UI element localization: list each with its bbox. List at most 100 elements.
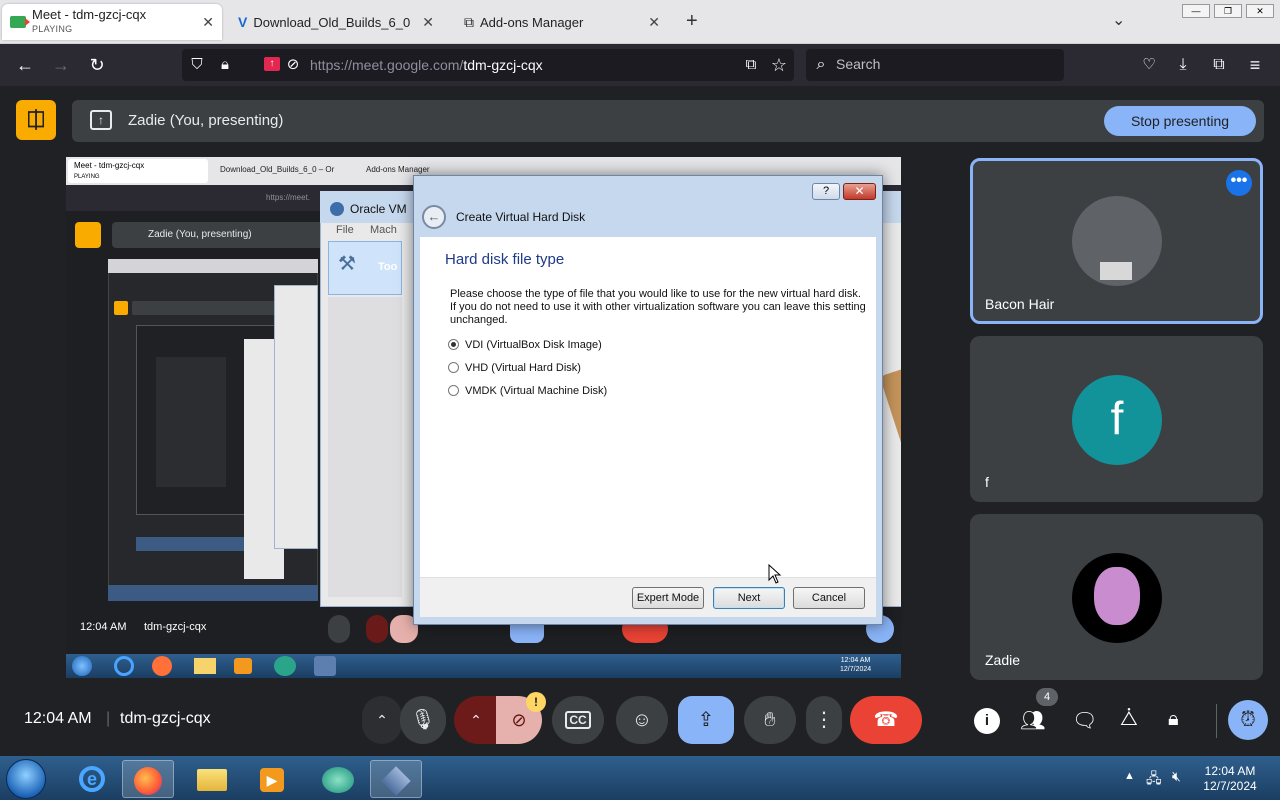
radio-vmdk-label[interactable]: VMDK (Virtual Machine Disk) bbox=[465, 385, 607, 397]
app-green-icon[interactable] bbox=[312, 760, 364, 798]
tab-addons-title: Add-ons Manager bbox=[480, 14, 584, 30]
activities-icon[interactable]: ⧊ bbox=[1120, 708, 1138, 731]
host-controls-lock-icon[interactable]: 🔒︎ bbox=[1168, 708, 1179, 731]
mirror-start-icon bbox=[72, 656, 92, 676]
mirror-level-2-logo-icon bbox=[114, 301, 128, 315]
dialog-title: Create Virtual Hard Disk bbox=[456, 210, 586, 224]
chat-icon[interactable]: 🗨︎ bbox=[1072, 708, 1097, 733]
mirror-time: 12:04 AM bbox=[80, 621, 127, 633]
show-hidden-icons-chevron-icon[interactable]: ▲ bbox=[1124, 770, 1135, 782]
mirror-level-2-taskbar bbox=[108, 585, 318, 601]
restore-window-button[interactable]: ❐ bbox=[1214, 4, 1242, 18]
close-tab-icon[interactable]: ✕ bbox=[202, 14, 214, 31]
more-vertical-dots-icon: ⋮ bbox=[814, 709, 834, 731]
search-icon: ⌕ bbox=[816, 56, 826, 73]
back-arrow-icon[interactable]: ← bbox=[14, 54, 36, 76]
screen-share-indicator-icon[interactable]: ↑ bbox=[264, 57, 280, 71]
mirror-meeting-code: tdm-gzcj-cqx bbox=[144, 621, 207, 633]
lock-icon[interactable]: 🔒︎ bbox=[214, 54, 236, 76]
forward-arrow-icon[interactable]: → bbox=[50, 54, 72, 76]
mouse-cursor-icon bbox=[768, 564, 782, 584]
reload-icon[interactable]: ↻ bbox=[86, 54, 108, 76]
mirror-level-4 bbox=[156, 357, 226, 487]
video-options-chevron-up-icon[interactable]: ⌃ bbox=[454, 696, 498, 744]
back-arrow-icon[interactable]: ← bbox=[422, 205, 446, 229]
shield-icon[interactable]: ⛉ bbox=[186, 54, 208, 76]
cancel-button[interactable]: Cancel bbox=[793, 587, 865, 609]
emoji-icon: ☺ bbox=[631, 709, 653, 731]
bookmark-star-icon[interactable]: ☆ bbox=[768, 54, 790, 76]
present-now-button[interactable]: ⇪ bbox=[678, 696, 734, 744]
close-tab-icon[interactable]: ✕ bbox=[422, 14, 434, 31]
autoplay-blocked-icon[interactable]: ⊘ bbox=[282, 54, 304, 76]
more-options-dots-icon[interactable]: ••• bbox=[1226, 170, 1252, 196]
close-tab-icon[interactable]: ✕ bbox=[648, 14, 660, 31]
tab-download-old-builds[interactable]: V Download_Old_Builds_6_0 – Or ✕ bbox=[230, 4, 442, 40]
divider bbox=[1216, 704, 1217, 738]
url-text[interactable]: https://meet.google.com/tdm-gzcj-cqx bbox=[310, 57, 543, 73]
radio-vdi-label[interactable]: VDI (VirtualBox Disk Image) bbox=[465, 339, 602, 351]
mirror-ie-icon bbox=[114, 656, 134, 676]
search-input[interactable]: Search bbox=[806, 49, 1064, 81]
participant-name: Bacon Hair bbox=[985, 296, 1055, 312]
mirror-app-icon bbox=[274, 656, 296, 676]
file-explorer-folder-icon[interactable] bbox=[186, 760, 238, 798]
virtualbox-taskbar-icon[interactable] bbox=[370, 760, 422, 798]
audio-options-chevron-up-icon[interactable]: ⌃ bbox=[362, 696, 402, 744]
leave-call-button[interactable]: ☎︎ bbox=[850, 696, 922, 744]
expert-mode-button[interactable]: Expert Mode bbox=[632, 587, 704, 609]
microphone-button[interactable]: 🎙︎ bbox=[400, 696, 446, 744]
tab-addons-manager[interactable]: ⧉ Add-ons Manager ✕ bbox=[456, 4, 668, 40]
picture-in-picture-icon[interactable]: ⧉ bbox=[740, 54, 762, 76]
reactions-button[interactable]: ☺ bbox=[616, 696, 668, 744]
extensions-icon[interactable]: ⧉ bbox=[1208, 54, 1230, 76]
meeting-code: tdm-gzcj-cqx bbox=[120, 710, 211, 727]
divider: | bbox=[106, 710, 111, 727]
volume-muted-icon[interactable]: 🔇︎ bbox=[1172, 768, 1181, 785]
pocket-icon[interactable]: ♡ bbox=[1138, 54, 1160, 76]
firefox-taskbar-icon[interactable] bbox=[122, 760, 174, 798]
mirror-chevron-icon bbox=[366, 615, 388, 643]
timer-alarm-icon[interactable]: ⏰︎ bbox=[1228, 700, 1268, 740]
tab-meet[interactable]: Meet - tdm-gzcj-cqx PLAYING ✕ bbox=[2, 4, 222, 40]
tab-meet-status: PLAYING bbox=[32, 24, 73, 34]
more-options-button[interactable]: ⋮ bbox=[806, 696, 842, 744]
tab-list-chevron-down-icon[interactable]: ⌄ bbox=[1112, 10, 1125, 30]
radio-vhd-label[interactable]: VHD (Virtual Hard Disk) bbox=[465, 362, 581, 374]
close-dialog-button[interactable]: ✕ bbox=[843, 183, 876, 200]
radio-vhd[interactable] bbox=[448, 362, 459, 373]
tools-icon: ⚒ bbox=[338, 253, 356, 275]
network-icon[interactable]: 🖧︎ bbox=[1146, 768, 1162, 792]
downloads-icon[interactable]: ⤓ bbox=[1172, 54, 1194, 76]
closed-captions-icon: CC bbox=[565, 711, 591, 729]
mirror-presenting-label: Zadie (You, presenting) bbox=[148, 229, 252, 240]
raise-hand-button[interactable]: ✋︎ bbox=[744, 696, 796, 744]
mirror-vbox-title: Oracle VM bbox=[350, 202, 407, 216]
taskbar-clock[interactable]: 12:04 AM 12/7/2024 bbox=[1195, 764, 1265, 794]
presenting-label: Zadie (You, presenting) bbox=[128, 112, 284, 129]
mirror-folder-icon bbox=[194, 658, 216, 674]
menu-hamburger-icon[interactable]: ≡ bbox=[1244, 54, 1266, 76]
mirror-vm-list bbox=[328, 297, 402, 597]
mirror-mic-icon bbox=[328, 615, 350, 643]
captions-button[interactable]: CC bbox=[552, 696, 604, 744]
stop-presenting-button[interactable]: Stop presenting bbox=[1104, 106, 1256, 136]
meeting-info-icon[interactable]: i bbox=[974, 708, 1000, 734]
internet-explorer-taskbar-icon[interactable]: e bbox=[66, 760, 118, 798]
hand-icon: ✋︎ bbox=[764, 709, 776, 731]
help-button[interactable]: ? bbox=[812, 183, 840, 200]
mirror-tab-meet: Meet - tdm-gzcj-cqx PLAYING bbox=[68, 159, 208, 183]
minimize-window-button[interactable]: — bbox=[1182, 4, 1210, 18]
people-icon[interactable]: 👥︎ bbox=[1020, 708, 1045, 733]
mirror-menu-machine: Mach bbox=[370, 224, 397, 236]
new-tab-plus-icon[interactable]: + bbox=[686, 10, 698, 33]
close-window-button[interactable]: ✕ bbox=[1246, 4, 1274, 18]
mirror-virtualbox-icon bbox=[314, 656, 336, 676]
radio-vmdk[interactable] bbox=[448, 385, 459, 396]
next-button[interactable]: Next bbox=[713, 587, 785, 609]
mirror-level-2-vbox bbox=[274, 285, 318, 549]
radio-vdi[interactable] bbox=[448, 339, 459, 350]
start-orb-windows-icon[interactable] bbox=[6, 759, 46, 799]
participant-name: Zadie bbox=[985, 652, 1021, 668]
media-player-icon[interactable]: ▶ bbox=[246, 760, 298, 798]
